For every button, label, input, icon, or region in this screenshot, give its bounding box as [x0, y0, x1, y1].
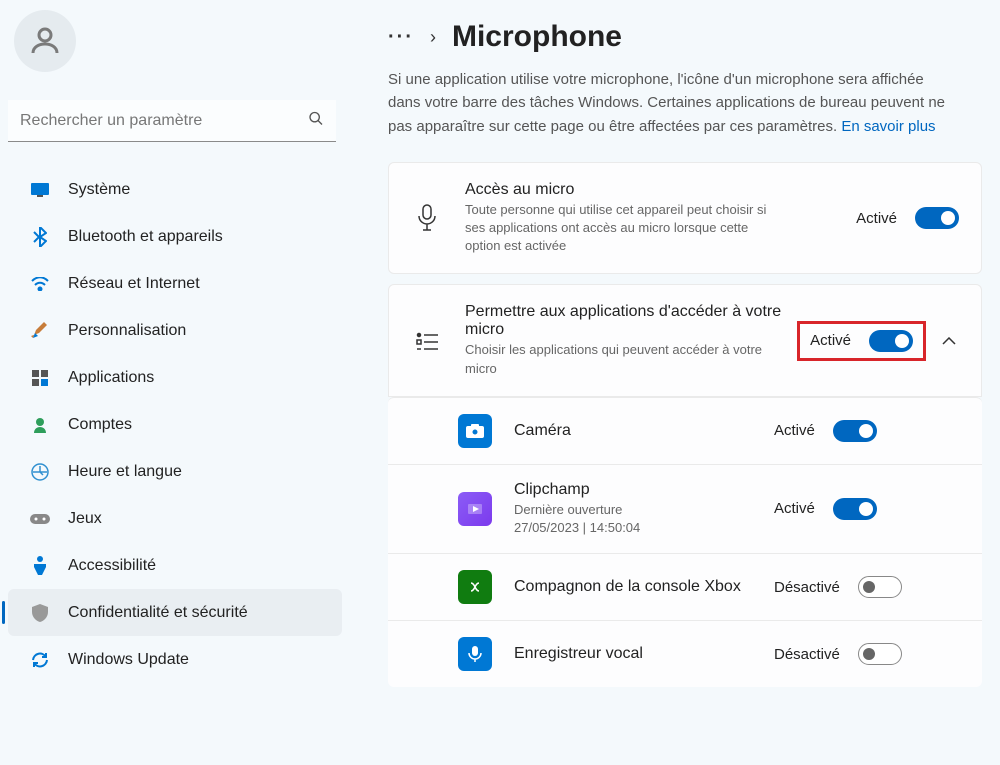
sidebar-item-label: Heure et langue [68, 463, 182, 481]
sidebar-item-windows-update[interactable]: Windows Update [8, 636, 342, 683]
highlighted-toggle-area: Activé [798, 322, 925, 360]
sidebar-item-label: Système [68, 181, 130, 199]
clock-globe-icon [30, 462, 50, 482]
toggle-app-xbox[interactable] [858, 576, 902, 598]
panel-title: Permettre aux applications d'accéder à v… [465, 303, 798, 339]
panel-title: Accès au micro [465, 181, 856, 199]
gamepad-icon [30, 509, 50, 529]
state-label: Désactivé [774, 579, 840, 596]
app-name: Compagnon de la console Xbox [514, 578, 774, 596]
page-title: Microphone [452, 20, 622, 54]
sidebar-item-time-language[interactable]: Heure et langue [8, 448, 342, 495]
search-container [8, 100, 336, 142]
panel-mic-access: Accès au micro Toute personne qui utilis… [388, 162, 982, 275]
learn-more-link[interactable]: En savoir plus [841, 118, 935, 135]
search-input[interactable] [8, 100, 336, 142]
app-name: Enregistreur vocal [514, 645, 774, 663]
sidebar-item-accounts[interactable]: Comptes [8, 401, 342, 448]
sidebar-item-network[interactable]: Réseau et Internet [8, 260, 342, 307]
microphone-icon [411, 204, 443, 232]
app-icon-camera [458, 414, 492, 448]
apps-icon [30, 368, 50, 388]
sidebar-item-label: Applications [68, 369, 154, 387]
main-content: ··· › Microphone Si une application util… [350, 0, 1000, 765]
accessibility-icon [30, 556, 50, 576]
sidebar-item-label: Réseau et Internet [68, 275, 200, 293]
sidebar-item-label: Windows Update [68, 651, 189, 669]
panel-subtitle: Toute personne qui utilise cet appareil … [465, 201, 785, 256]
state-label: Activé [810, 332, 851, 349]
app-list: Caméra Activé Clipchamp Dernière ouvertu… [388, 397, 982, 687]
app-icon-clipchamp [458, 492, 492, 526]
panel-subtitle: Choisir les applications qui peuvent acc… [465, 341, 785, 377]
app-row-voice-recorder: Enregistreur vocal Désactivé [388, 621, 982, 687]
breadcrumb: ··· › Microphone [388, 20, 982, 54]
state-label: Activé [774, 422, 815, 439]
sidebar-item-bluetooth[interactable]: Bluetooth et appareils [8, 213, 342, 260]
app-row-clipchamp: Clipchamp Dernière ouverture 27/05/2023 … [388, 465, 982, 554]
sidebar-item-personalization[interactable]: Personnalisation [8, 307, 342, 354]
app-row-xbox: Compagnon de la console Xbox Désactivé [388, 554, 982, 621]
brush-icon [30, 321, 50, 341]
sidebar-item-applications[interactable]: Applications [8, 354, 342, 401]
app-icon-xbox [458, 570, 492, 604]
toggle-app-camera[interactable] [833, 420, 877, 442]
shield-icon [30, 603, 50, 623]
app-name: Clipchamp [514, 481, 774, 499]
search-icon[interactable] [308, 111, 324, 132]
update-icon [30, 650, 50, 670]
app-name: Caméra [514, 422, 774, 440]
panel-allow-apps: Permettre aux applications d'accéder à v… [388, 284, 982, 396]
sidebar-item-label: Jeux [68, 510, 102, 528]
toggle-allow-apps[interactable] [869, 330, 913, 352]
app-icon-voice-recorder [458, 637, 492, 671]
sidebar: Système Bluetooth et appareils Réseau et… [0, 0, 350, 765]
app-subtitle: Dernière ouverture 27/05/2023 | 14:50:04 [514, 501, 774, 537]
sidebar-item-label: Bluetooth et appareils [68, 228, 223, 246]
sidebar-item-label: Comptes [68, 416, 132, 434]
monitor-icon [30, 180, 50, 200]
state-label: Activé [774, 500, 815, 517]
bluetooth-icon [30, 227, 50, 247]
toggle-app-voice-recorder[interactable] [858, 643, 902, 665]
list-icon [411, 332, 443, 350]
toggle-mic-access[interactable] [915, 207, 959, 229]
sidebar-item-label: Confidentialité et sécurité [68, 604, 248, 622]
chevron-right-icon: › [430, 27, 436, 48]
sidebar-item-system[interactable]: Système [8, 166, 342, 213]
breadcrumb-ellipsis[interactable]: ··· [388, 26, 414, 49]
sidebar-item-privacy[interactable]: Confidentialité et sécurité [8, 589, 342, 636]
state-label: Désactivé [774, 646, 840, 663]
sidebar-item-label: Personnalisation [68, 322, 186, 340]
account-icon [30, 415, 50, 435]
sidebar-item-accessibility[interactable]: Accessibilité [8, 542, 342, 589]
sidebar-item-games[interactable]: Jeux [8, 495, 342, 542]
wifi-icon [30, 274, 50, 294]
avatar[interactable] [14, 10, 76, 72]
state-label: Activé [856, 210, 897, 227]
app-row-camera: Caméra Activé [388, 397, 982, 465]
toggle-app-clipchamp[interactable] [833, 498, 877, 520]
page-description: Si une application utilise votre microph… [388, 68, 958, 138]
person-icon [27, 23, 63, 59]
chevron-up-icon[interactable] [939, 337, 959, 345]
nav: Système Bluetooth et appareils Réseau et… [0, 160, 350, 683]
sidebar-item-label: Accessibilité [68, 557, 156, 575]
